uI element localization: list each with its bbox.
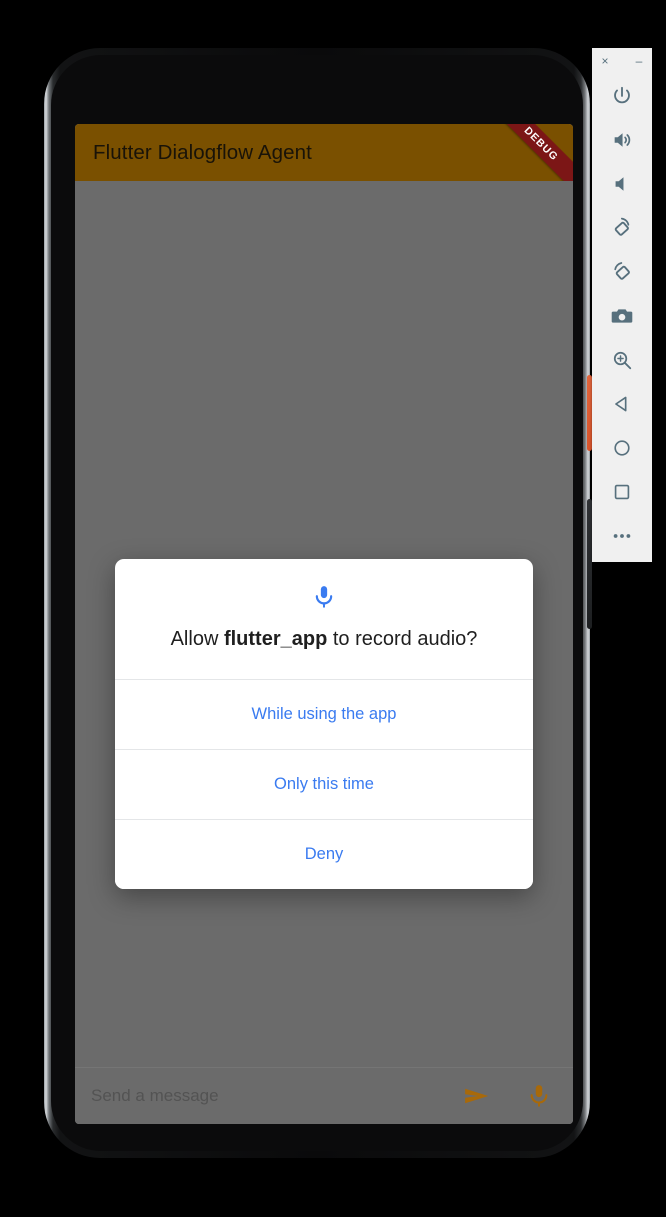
page-title: Flutter Dialogflow Agent	[93, 140, 312, 164]
emulator-more-button[interactable]	[592, 514, 652, 558]
camera-icon	[610, 304, 634, 328]
device-screen: Flutter Dialogflow Agent DEBUG Send a me…	[75, 124, 573, 1124]
allow-only-this-time-button[interactable]: Only this time	[115, 748, 533, 819]
emulator-overview-button[interactable]	[592, 470, 652, 514]
permission-dialog-message: Allow flutter_app to record audio?	[137, 627, 511, 653]
circle-icon	[611, 437, 633, 459]
emulator-toolbar: × –	[592, 48, 652, 562]
emulator-rotate-right-button[interactable]	[592, 250, 652, 294]
emulator-volume-down-button[interactable]	[592, 162, 652, 206]
permission-message-suffix: to record audio?	[327, 628, 478, 650]
rotate-left-icon	[610, 216, 634, 240]
android-emulator-device: Flutter Dialogflow Agent DEBUG Send a me…	[44, 48, 592, 1158]
emulator-rotate-left-button[interactable]	[592, 206, 652, 250]
magnifier-plus-icon	[611, 349, 633, 371]
volume-down-icon	[611, 173, 633, 195]
emulator-zoom-button[interactable]	[592, 338, 652, 382]
rotate-right-icon	[610, 260, 634, 284]
emulator-close-button[interactable]: ×	[598, 55, 612, 67]
permission-dialog: Allow flutter_app to record audio? While…	[115, 559, 533, 889]
message-input[interactable]	[89, 1085, 457, 1107]
permission-message-app-name: flutter_app	[223, 628, 328, 650]
deny-button[interactable]: Deny	[115, 818, 533, 889]
allow-while-using-app-button[interactable]: While using the app	[115, 678, 533, 749]
ellipsis-icon	[610, 524, 634, 548]
microphone-icon[interactable]	[519, 1076, 559, 1116]
emulator-window-controls: × –	[592, 48, 652, 74]
volume-up-icon	[611, 129, 633, 151]
app-bar: Flutter Dialogflow Agent DEBUG	[75, 124, 573, 181]
permission-message-prefix: Allow	[170, 628, 224, 650]
message-composer	[75, 1067, 573, 1124]
emulator-minimize-button[interactable]: –	[632, 55, 646, 67]
send-icon[interactable]	[457, 1076, 497, 1116]
square-icon	[611, 481, 633, 503]
permission-dialog-header: Allow flutter_app to record audio?	[115, 559, 533, 679]
emulator-screenshot-button[interactable]	[592, 294, 652, 338]
triangle-left-icon	[611, 393, 633, 415]
emulator-back-button[interactable]	[592, 382, 652, 426]
emulator-power-button[interactable]	[592, 74, 652, 118]
device-bezel: Flutter Dialogflow Agent DEBUG Send a me…	[51, 55, 583, 1151]
power-icon	[611, 85, 633, 107]
microphone-icon	[137, 584, 511, 610]
debug-banner: DEBUG	[487, 124, 573, 181]
emulator-volume-up-button[interactable]	[592, 118, 652, 162]
emulator-home-button[interactable]	[592, 426, 652, 470]
